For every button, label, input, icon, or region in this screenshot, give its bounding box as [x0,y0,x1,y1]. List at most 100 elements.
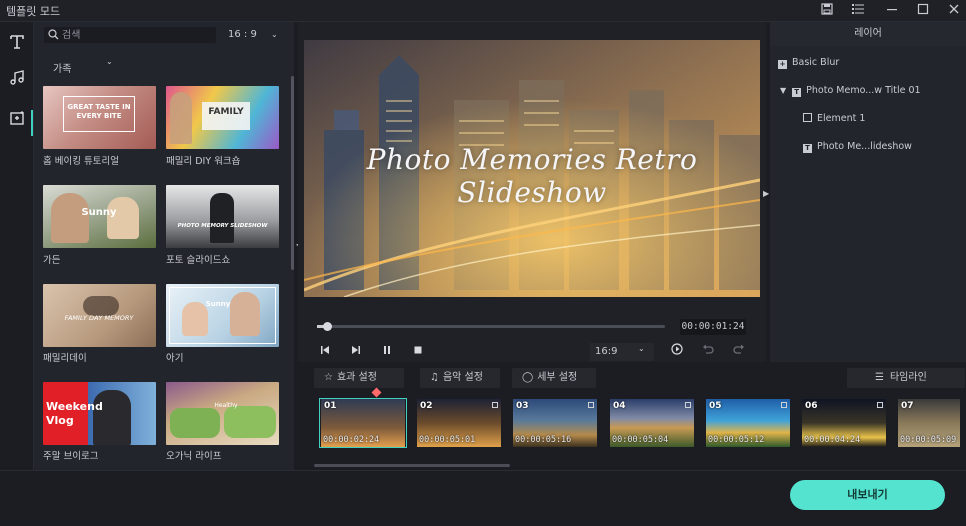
preview-title-text: Photo Memories Retro Slideshow [366,143,698,209]
music-note-icon[interactable] [4,68,30,94]
redo-icon[interactable] [730,343,748,361]
timeline-sliders-icon: ☰ [875,372,884,383]
template-label: 패밀리 DIY 워크숍 [166,156,241,167]
list-icon[interactable] [846,2,870,20]
close-icon[interactable] [942,2,966,20]
template-label: 오가닉 라이프 [166,451,222,462]
template-thumb-family-day[interactable]: FAMILY DAY MEMORY [43,284,156,347]
template-thumb-baby[interactable]: Sunny [166,284,279,347]
template-scrollbar[interactable] [291,76,294,270]
template-mode-window: 템플릿 모드 검색 16: 9 ⌄ 가족 ⌄ GREAT TASTE IN E… [0,0,966,526]
magic-frame-icon[interactable] [4,108,30,134]
template-thumb-weekend-vlog[interactable]: Weekend Vlog [43,382,156,445]
template-label: 아기 [166,353,184,364]
layers-panel: 레이어 + Basic Blur ▼ T Photo Memo...w Title 0… [770,22,966,362]
detail-settings-button[interactable]: ◯ 세부 설정 [512,368,596,388]
chevron-down-icon: ⌄ [106,57,113,66]
preview-player[interactable]: Photo Memories Retro Slideshow [304,40,760,297]
save-icon[interactable] [815,2,839,20]
layer-label: Photo Me...lideshow [817,141,912,152]
search-box[interactable] [44,27,216,43]
chevron-down-icon: ⌄ [271,30,278,39]
clip-number: 05 [709,401,722,411]
window-title: 템플릿 모드 [6,5,61,18]
clip-duration: 00:00:04:24 [804,435,861,445]
detail-settings-label: 세부 설정 [537,372,578,383]
clip-marker-icon [781,402,787,408]
layer-item-title-group[interactable]: ▼ T Photo Memo...w Title 01 [780,85,921,97]
storyboard-clip[interactable]: 05 00:00:05:12 [706,399,790,447]
settings-toolbar: ☆ 효과 설정 ♫ 음악 설정 ◯ 세부 설정 ☰ 타임라인 [304,366,966,390]
clip-duration: 00:00:05:16 [515,435,572,445]
layer-item-element-1[interactable]: Element 1 [803,113,865,124]
category-select[interactable]: 가족 ⌄ [53,57,123,76]
search-icon [48,27,59,43]
storyboard-clip[interactable]: 06 00:00:04:24 [802,399,886,447]
template-thumb-organic-life[interactable]: Healthy [166,382,279,445]
thumb-caption: FAMILY [208,107,244,117]
template-panel: 16 : 9 ⌄ 가족 ⌄ GREAT TASTE IN EVERY BITE … [34,22,294,470]
active-tab-indicator [31,110,33,136]
effects-star-icon: ☆ [324,372,333,383]
thumb-caption: Healthy [214,402,238,409]
thumb-caption: GREAT TASTE IN EVERY BITE [67,103,131,120]
effects-settings-button[interactable]: ☆ 효과 설정 [314,368,404,388]
thumb-caption: FAMILY DAY MEMORY [64,314,134,322]
template-thumb-garden[interactable]: Sunny [43,185,156,248]
pause-icon[interactable] [378,343,396,361]
clip-marker-icon [492,402,498,408]
clip-duration: 00:00:05:12 [708,435,765,445]
thumb-caption: Sunny [205,300,231,308]
selected-clip-frame [319,398,407,448]
storyboard-clip[interactable]: 04 00:00:05:04 [610,399,694,447]
search-input[interactable] [62,27,212,43]
chevron-down-icon: ⌄ [638,344,645,353]
storyboard-clip[interactable]: 02 00:00:05:01 [417,399,501,447]
template-thumb-family-diy[interactable]: FAMILY [166,86,279,149]
scrubber-handle[interactable] [323,322,332,331]
text-layer-icon: T [803,144,812,153]
preview-ratio-select[interactable]: 16:9 ⌄ [590,343,654,361]
music-settings-button[interactable]: ♫ 음악 설정 [420,368,500,388]
element-icon [803,113,812,122]
text-icon[interactable] [4,32,30,58]
maximize-icon[interactable] [911,2,935,20]
timeline-label: 타임라인 [889,372,927,383]
stop-icon[interactable] [409,343,427,361]
clip-marker-icon [877,402,883,408]
timecode-display: 00:00:01:24 [680,319,746,335]
step-back-icon[interactable] [316,343,334,361]
clip-number: 02 [420,401,433,411]
undo-icon[interactable] [699,343,717,361]
storyboard-clip[interactable]: 03 00:00:05:16 [513,399,597,447]
clip-number: 03 [516,401,529,411]
step-forward-icon[interactable] [347,343,365,361]
aspect-ratio-value: 16 : 9 [228,29,257,40]
music-note-icon: ♫ [430,372,439,383]
clip-duration: 00:00:05:04 [612,435,669,445]
export-button[interactable]: 내보내기 [790,480,945,510]
effects-settings-label: 효과 설정 [336,372,377,383]
playback-scrubber[interactable] [317,325,665,328]
text-layer-icon: T [792,88,802,97]
category-value: 가족 [53,64,72,75]
playback-speed-icon[interactable] [668,343,686,361]
clip-marker-icon [588,402,594,408]
template-label: 가든 [43,255,61,266]
minimize-icon[interactable] [880,2,904,20]
layer-item-basic-blur[interactable]: + Basic Blur [778,57,839,69]
expand-triangle-icon[interactable]: ▼ [780,86,786,95]
collapse-right-arrow-icon[interactable]: ▶ [763,189,769,198]
clip-duration: 00:00:05:09 [900,435,957,445]
aspect-ratio-select[interactable]: 16 : 9 ⌄ [228,27,288,43]
layer-item-title-text[interactable]: T Photo Me...lideshow [803,141,912,153]
template-thumb-photo-slideshow[interactable]: PHOTO MEMORY SLIDESHOW [166,185,279,248]
template-thumb-home-baking[interactable]: GREAT TASTE IN EVERY BITE [43,86,156,149]
effect-icon: + [778,60,787,69]
music-settings-label: 음악 설정 [442,372,483,383]
layer-label: Basic Blur [792,57,840,68]
storyboard-clip[interactable]: 07 00:00:05:09 [898,399,960,447]
storyboard-scrollbar[interactable] [314,464,510,467]
clip-duration: 00:00:05:01 [419,435,476,445]
timeline-button[interactable]: ☰ 타임라인 [847,368,965,388]
